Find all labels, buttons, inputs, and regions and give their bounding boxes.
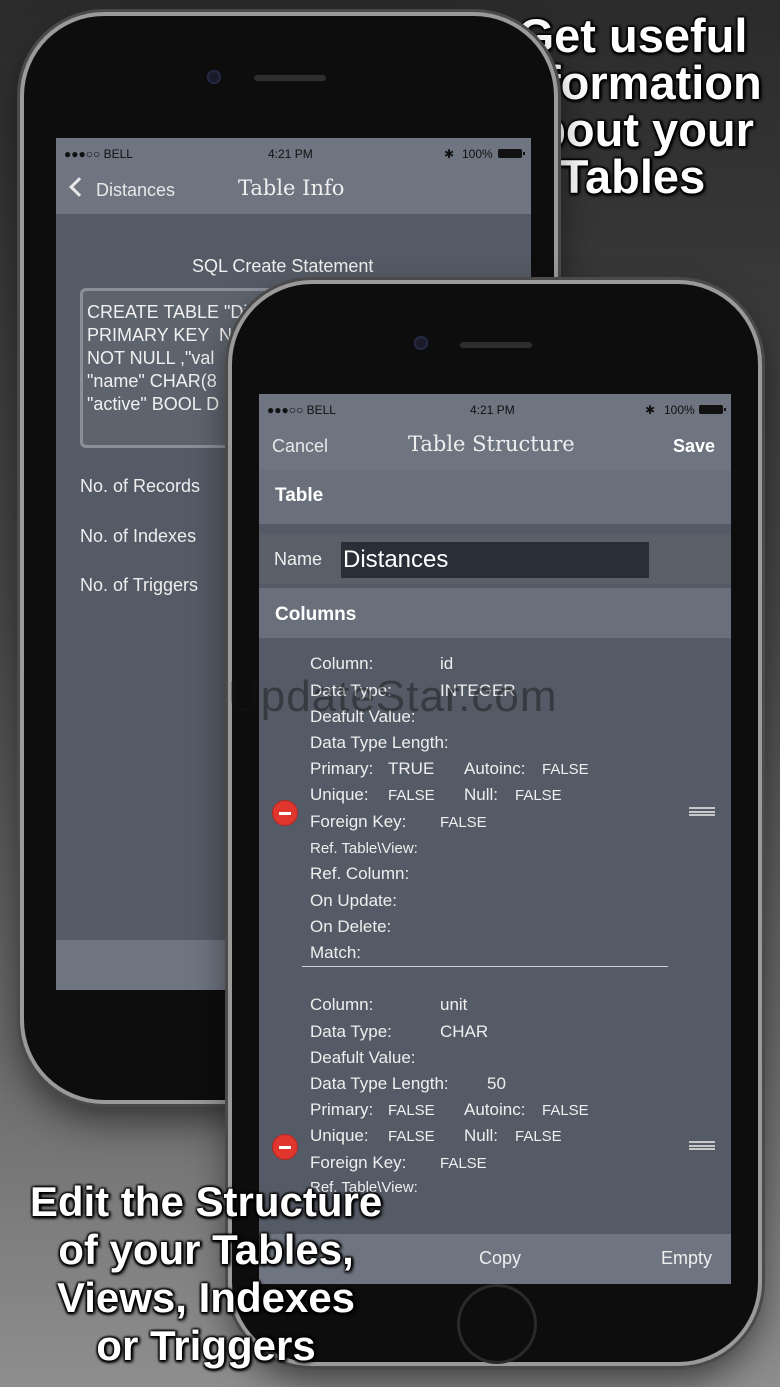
chevron-left-icon [69,177,89,197]
battery-icon [498,149,525,158]
home-button[interactable] [457,1284,537,1364]
promo-line: Views, Indexes [56,1274,356,1321]
page-title: Table Structure [408,432,575,456]
column-name-value: id [440,654,454,673]
data-type-label: Data Type: [310,1022,392,1041]
autoinc-label: Autoinc: [464,759,526,778]
column-row[interactable]: Column: unit Data Type: CHAR Deafult Val… [259,989,731,1196]
on-delete-label: On Delete: [310,917,392,936]
unique-value: FALSE [388,787,435,804]
speaker-grille [254,75,326,81]
battery-percent: 100% [664,403,695,417]
back-button-label: Distances [96,180,176,200]
clock: 4:21 PM [470,403,515,417]
columns-section-header: Columns [259,588,731,638]
columns-section-label: Columns [275,604,357,625]
primary-label: Primary: [310,759,374,778]
battery-icon [699,405,726,414]
table-structure-screen: ●●●○○ BELL 4:21 PM ✱ 100% Cancel Table S… [259,394,731,1284]
type-length-label: Data Type Length: [310,733,449,752]
name-row: Name Distances [259,534,731,584]
column-name-label: Column: [310,654,374,673]
column-name-value: unit [440,995,468,1014]
foreign-key-value: FALSE [440,814,487,831]
null-value: FALSE [515,1128,562,1145]
battery-percent: 100% [462,147,493,161]
triggers-count-label: No. of Triggers [80,575,199,595]
foreign-key-label: Foreign Key: [310,812,407,831]
watermark: UpdateStar.com [228,672,558,721]
default-value-label: Deafult Value: [310,1048,416,1067]
copy-button[interactable]: Copy [479,1248,521,1269]
records-count-label: No. of Records [80,476,201,496]
save-button[interactable]: Save [673,436,715,457]
delete-column-icon[interactable] [273,801,297,825]
status-bar: ●●●○○ BELL 4:21 PM ✱ 100% [259,394,731,424]
table-section-label: Table [275,485,324,506]
promo-line: of your Tables, [58,1226,354,1273]
ref-table-label: Ref. Table\View: [310,840,418,857]
bluetooth-icon: ✱ [645,403,656,417]
autoinc-value: FALSE [542,761,589,778]
null-value: FALSE [515,787,562,804]
null-label: Null: [464,1126,499,1145]
match-label: Match: [310,943,362,962]
type-length-label: Data Type Length: [310,1074,449,1093]
sql-heading: SQL Create Statement [192,256,374,276]
front-camera-icon [414,336,428,350]
on-update-label: On Update: [310,891,397,910]
nav-bar: ●●●○○ BELL 4:21 PM ✱ 100% Cancel Table S… [259,394,731,470]
unique-label: Unique: [310,785,369,804]
bluetooth-icon: ✱ [444,147,455,161]
cancel-button[interactable]: Cancel [272,436,328,457]
table-name-input[interactable]: Distances [341,542,649,578]
name-label: Name [274,549,323,569]
indexes-count-label: No. of Indexes [80,526,197,546]
ref-column-label: Ref. Column: [310,864,410,883]
autoinc-value: FALSE [542,1102,589,1119]
carrier-label: ●●●○○ BELL [267,403,336,417]
foreign-key-label: Foreign Key: [310,1153,407,1172]
clock: 4:21 PM [268,147,313,161]
primary-value: FALSE [388,1102,435,1119]
column-divider [302,966,668,967]
column-name-label: Column: [310,995,374,1014]
delete-column-icon[interactable] [273,1135,297,1159]
status-bar: ●●●○○ BELL 4:21 PM ✱ 100% [56,138,531,168]
foreign-key-value: FALSE [440,1155,487,1172]
promo-headline-bottom: Edit the Structure of your Tables, Views… [6,1178,406,1370]
carrier-label: ●●●○○ BELL [64,147,133,161]
unique-label: Unique: [310,1126,369,1145]
unique-value: FALSE [388,1128,435,1145]
empty-button[interactable]: Empty [661,1248,712,1269]
type-length-value: 50 [487,1074,506,1093]
back-button[interactable]: Distances [69,177,176,201]
page-title: Table Info [238,176,345,200]
front-camera-icon [207,70,221,84]
promo-line: or Triggers [96,1322,316,1369]
reorder-handle-icon[interactable] [689,1141,715,1150]
nav-bar: ●●●○○ BELL 4:21 PM ✱ 100% Distances Tabl… [56,138,531,214]
reorder-handle-icon[interactable] [689,807,715,816]
primary-label: Primary: [310,1100,374,1119]
promo-line: Edit the Structure [29,1178,383,1225]
data-type-value: CHAR [440,1022,489,1041]
null-label: Null: [464,785,499,804]
table-section-header: Table [259,470,731,524]
autoinc-label: Autoinc: [464,1100,526,1119]
primary-value: TRUE [388,759,435,778]
speaker-grille [460,342,532,348]
